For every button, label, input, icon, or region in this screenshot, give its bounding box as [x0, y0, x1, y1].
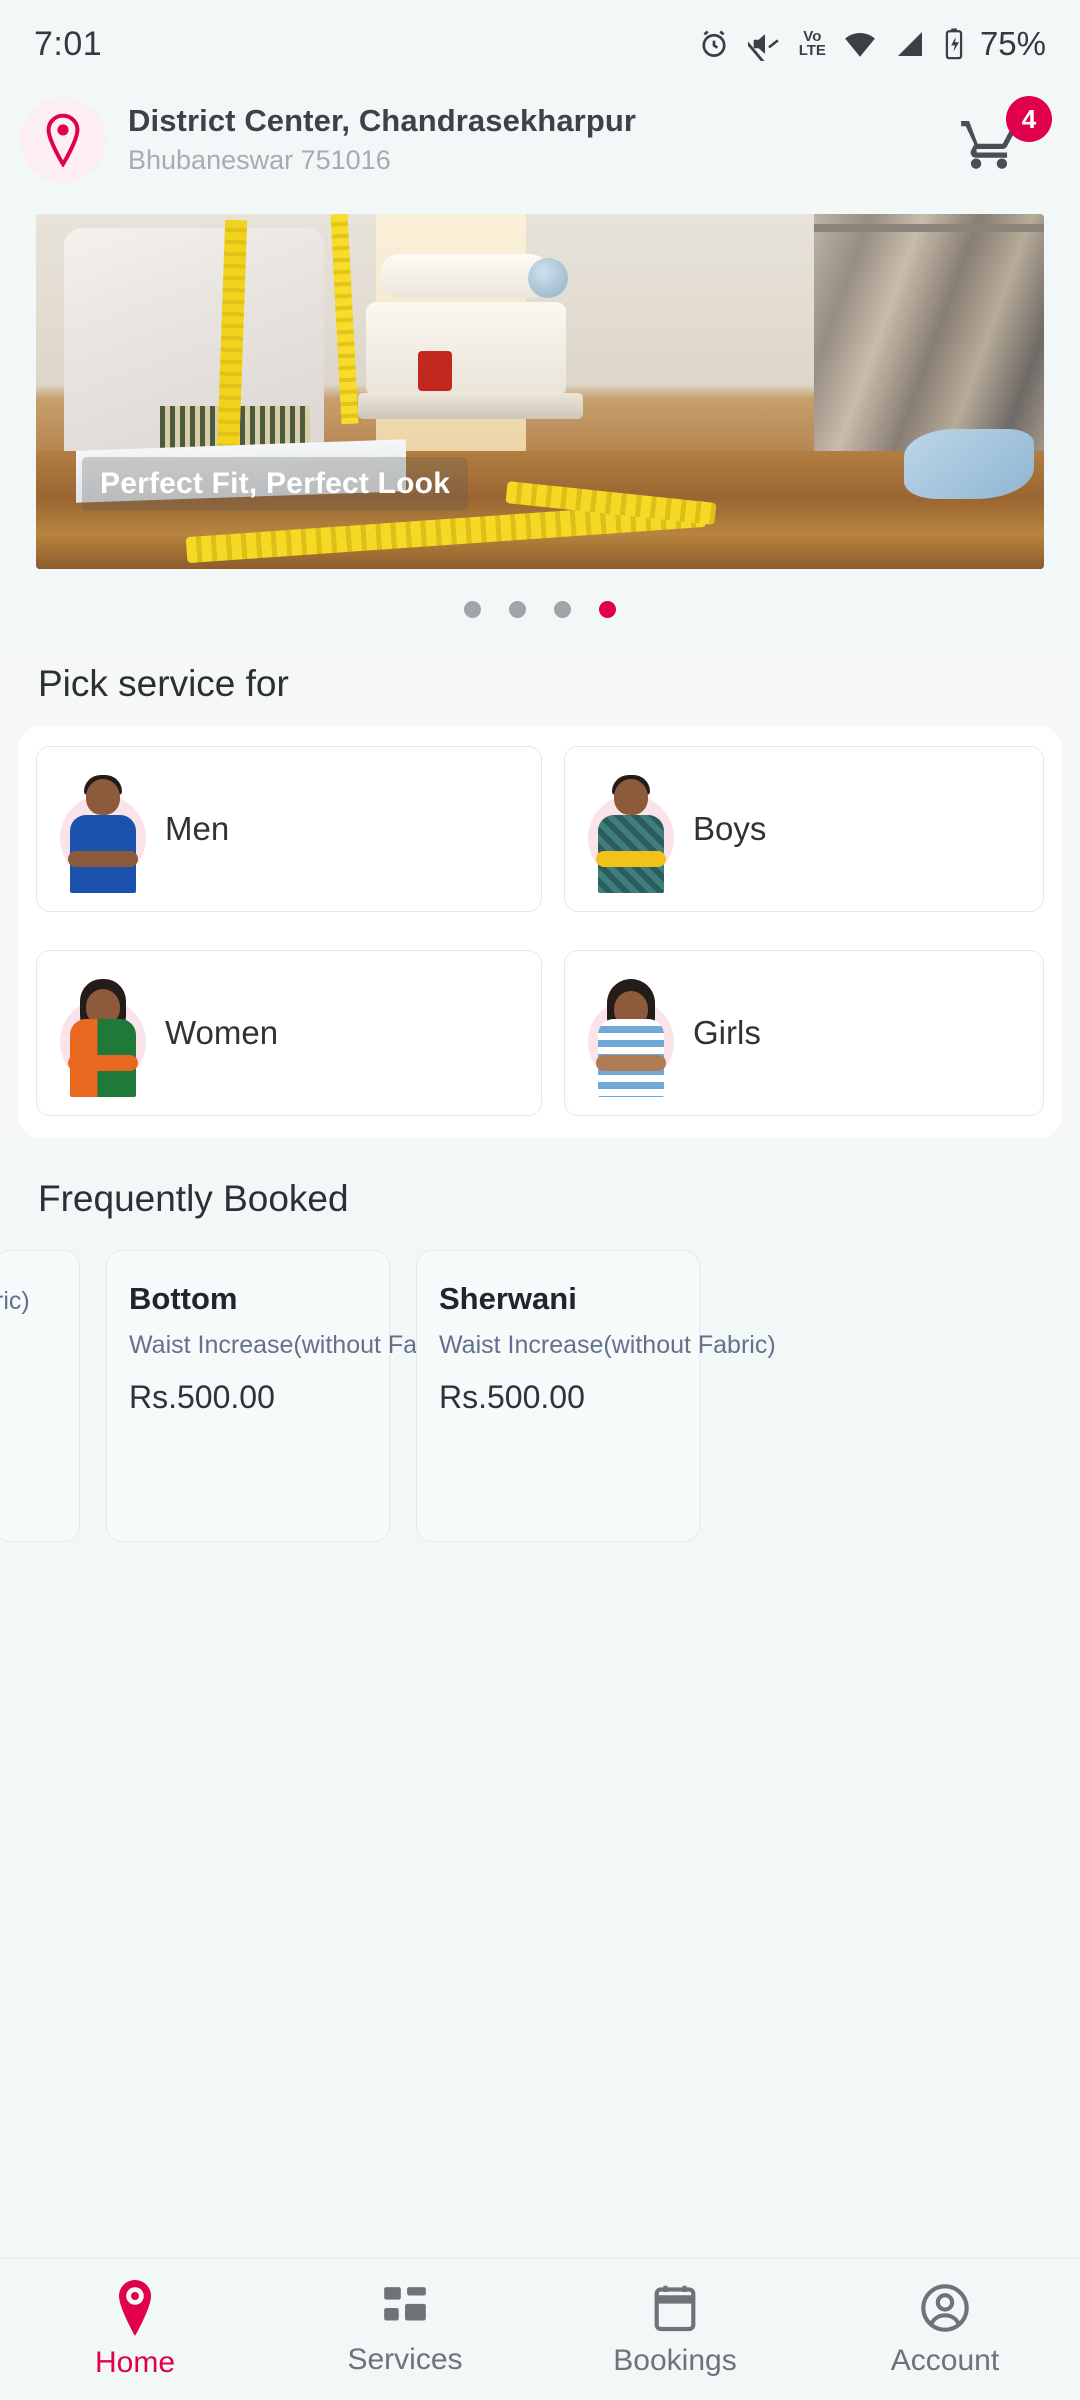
- category-label: Girls: [693, 1014, 761, 1051]
- pick-service-row: Women Girls: [36, 950, 1044, 1116]
- nav-item-home[interactable]: Home: [0, 2279, 270, 2380]
- product-desc: ric): [0, 1287, 30, 1315]
- category-label: Men: [165, 810, 230, 847]
- product-price: Rs.500.00: [129, 1379, 275, 1415]
- location-pin-icon: [46, 113, 80, 167]
- account-circle-icon: [921, 2283, 969, 2332]
- carousel-dot[interactable]: [464, 601, 481, 618]
- cart-button[interactable]: 4: [958, 96, 1052, 180]
- banner-rack-bar: [814, 224, 1044, 232]
- carousel-dots[interactable]: [0, 601, 1080, 618]
- carousel-dot[interactable]: [509, 601, 526, 618]
- battery-icon: [945, 28, 963, 60]
- location-button[interactable]: [20, 97, 106, 183]
- location-pin-icon: [119, 2279, 151, 2336]
- nav-label: Services: [347, 2342, 463, 2376]
- product-card-partial[interactable]: ric): [0, 1250, 80, 1542]
- nav-label: Account: [890, 2343, 1000, 2377]
- status-bar: 7:01 Vo LTE 75%: [0, 0, 1080, 88]
- nav-label: Home: [94, 2345, 176, 2379]
- nav-item-bookings[interactable]: Bookings: [540, 2282, 810, 2378]
- product-card[interactable]: Sherwani Waist Increase(without Fabric) …: [416, 1250, 776, 1542]
- signal-icon: [897, 32, 922, 56]
- product-card[interactable]: Bottom Waist Increase(without Fabric) Rs…: [106, 1250, 466, 1542]
- banner-carousel[interactable]: Perfect Fit, Perfect Look: [0, 214, 1080, 569]
- alarm-icon: [702, 30, 726, 57]
- banner-caption: Perfect Fit, Perfect Look: [82, 457, 469, 511]
- woman-avatar: [55, 969, 151, 1097]
- girl-avatar: [583, 969, 679, 1097]
- category-label: Women: [165, 1014, 279, 1051]
- pick-service-section: Pick service for Men Boys Women Girls: [0, 656, 1080, 1144]
- mute-icon: [747, 34, 779, 61]
- app-root: 7:01 Vo LTE 75% District Center, Chandra…: [0, 0, 1080, 2400]
- product-name: Sherwani: [439, 1281, 577, 1316]
- frequently-booked-title: Frequently Booked: [38, 1178, 349, 1219]
- banner-slide[interactable]: Perfect Fit, Perfect Look: [36, 214, 1044, 569]
- category-boys[interactable]: Boys: [564, 746, 1044, 912]
- pick-service-card: Men Boys Women Girls: [18, 726, 1062, 1138]
- grid-icon: [384, 2286, 426, 2320]
- status-icons: Vo LTE 75%: [697, 25, 1046, 63]
- carousel-dot-active[interactable]: [599, 601, 616, 618]
- nav-item-services[interactable]: Services: [270, 2283, 540, 2377]
- volte-icon: Vo LTE: [798, 28, 826, 59]
- wifi-icon: [845, 32, 875, 57]
- carousel-dot[interactable]: [554, 601, 571, 618]
- location-subtitle: Bhubaneswar 751016: [128, 145, 391, 175]
- pick-service-row: Men Boys: [36, 746, 1044, 912]
- banner-clothes-rack: [814, 214, 1044, 464]
- frequently-booked-list[interactable]: ric) Bottom Waist Increase(without Fabri…: [0, 1250, 1080, 1542]
- category-women[interactable]: Women: [36, 950, 542, 1116]
- category-men[interactable]: Men: [36, 746, 542, 912]
- app-header: District Center, Chandrasekharpur Bhuban…: [0, 88, 1080, 192]
- product-name: Bottom: [129, 1281, 238, 1316]
- cart-badge: 4: [1006, 96, 1052, 142]
- banner-tailor: [64, 228, 324, 496]
- location-title: District Center, Chandrasekharpur: [128, 103, 637, 138]
- product-desc: Waist Increase(without Fabric): [129, 1331, 466, 1359]
- nav-label: Bookings: [613, 2343, 737, 2377]
- battery-percent: 75%: [979, 25, 1046, 62]
- location-text[interactable]: District Center, Chandrasekharpur Bhuban…: [128, 102, 636, 178]
- bottom-navigation: Home Services Bookings Account: [0, 2258, 1080, 2400]
- man-avatar: [55, 765, 151, 893]
- category-girls[interactable]: Girls: [564, 950, 1044, 1116]
- nav-item-account[interactable]: Account: [810, 2282, 1080, 2378]
- pick-service-title: Pick service for: [38, 663, 289, 704]
- product-price: Rs.500.00: [439, 1379, 585, 1415]
- banner-sewing-machine: [358, 254, 583, 419]
- product-desc: Waist Increase(without Fabric): [439, 1331, 776, 1359]
- boy-avatar: [583, 765, 679, 893]
- category-label: Boys: [693, 810, 767, 847]
- status-time: 7:01: [34, 24, 103, 63]
- frequently-booked-section: Frequently Booked ric) Bottom Waist Incr…: [0, 1170, 1080, 1542]
- banner-folded-cloth: [904, 429, 1034, 499]
- calendar-icon: [654, 2285, 696, 2331]
